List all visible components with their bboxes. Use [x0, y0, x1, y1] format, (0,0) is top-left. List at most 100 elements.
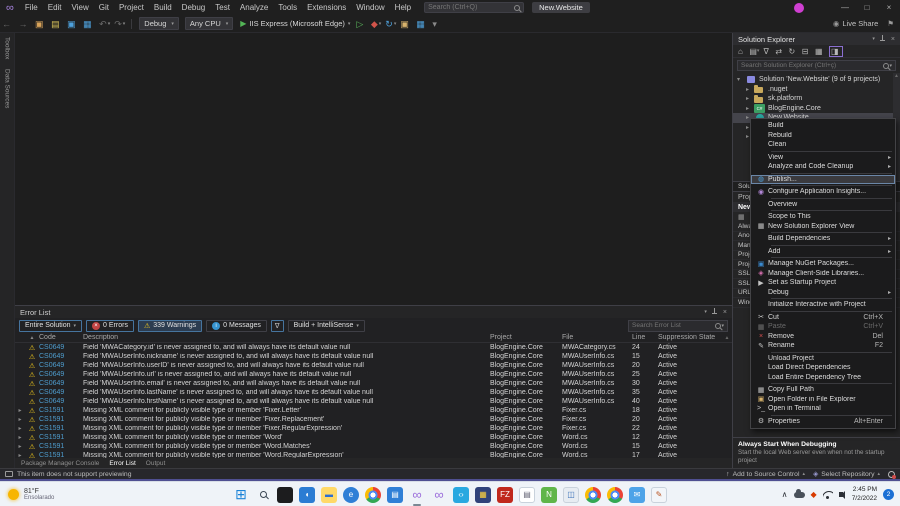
switch-views-icon[interactable]: ▤ ▾: [749, 47, 759, 56]
solution-explorer-search-box[interactable]: ▾: [737, 60, 896, 71]
menu-item[interactable]: Extensions: [302, 3, 351, 12]
errors-filter-button[interactable]: × 0 Errors: [86, 320, 134, 332]
winscp-app-icon[interactable]: ◫: [563, 487, 579, 503]
code-column-header[interactable]: Code: [39, 334, 83, 341]
vs-installer-tray-icon[interactable]: ◆: [811, 490, 817, 499]
add-item-folder-icon[interactable]: ▣ ▾: [400, 19, 412, 29]
edge-icon[interactable]: e: [343, 487, 359, 503]
context-menu-item[interactable]: ◈ Manage Client-Side Libraries... ▸: [751, 269, 895, 279]
collapse-all-icon[interactable]: ⊟ ▾: [802, 47, 811, 56]
minimize-button[interactable]: —: [834, 3, 856, 12]
refresh-icon[interactable]: ↻ ▾: [789, 47, 798, 56]
store-icon[interactable]: ▤: [387, 487, 403, 503]
menu-item[interactable]: Edit: [43, 3, 67, 12]
project-column-header[interactable]: Project: [490, 334, 562, 341]
error-code-link[interactable]: CS1591: [39, 425, 83, 432]
context-menu-item[interactable]: Load Direct Dependencies ▸: [751, 363, 895, 373]
pending-changes-filter-icon[interactable]: ∇ ▾: [763, 47, 771, 56]
context-menu-item[interactable]: Clean ▸: [751, 140, 895, 150]
notification-count-badge[interactable]: 2: [883, 489, 894, 500]
scope-dropdown[interactable]: Entire Solution▾: [19, 320, 82, 332]
tree-item[interactable]: ▸ BlogEngine.Core: [733, 104, 900, 114]
context-menu-item[interactable]: × Remove Del ▸: [751, 332, 895, 342]
error-list-row[interactable]: ⚠ CS1591 Missing XML comment for publicl…: [15, 433, 732, 442]
notepadpp-icon[interactable]: N: [541, 487, 557, 503]
error-list-row[interactable]: ⚠ CS0649 Field 'MWAUserInfo.url' is neve…: [15, 370, 732, 379]
menu-item[interactable]: File: [20, 3, 43, 12]
navigate-back-icon[interactable]: ← ▾: [2, 19, 15, 29]
browser-link-icon[interactable]: ▦ ▾: [416, 19, 428, 29]
error-code-link[interactable]: CS1591: [39, 434, 83, 441]
context-menu-item[interactable]: ✂ Cut Ctrl+X ▸: [751, 313, 895, 323]
context-menu-item[interactable]: Overview ▸: [751, 200, 895, 210]
terminal-app-icon[interactable]: [277, 487, 293, 503]
error-code-link[interactable]: CS1591: [39, 416, 83, 423]
context-menu-item[interactable]: View ▸: [751, 153, 895, 163]
context-menu-item[interactable]: ▶ Set as Startup Project ▸: [751, 278, 895, 288]
tree-chevron-icon[interactable]: ▾: [737, 76, 745, 83]
feedback-icon[interactable]: ⚑: [887, 19, 894, 28]
context-menu-item[interactable]: ▦ Paste Ctrl+V ▸: [751, 322, 895, 332]
tree-item[interactable]: ▸ .nuget: [733, 85, 900, 95]
state-column-header[interactable]: Suppression State: [658, 334, 722, 341]
context-menu-item[interactable]: >_ Open in Terminal ▸: [751, 404, 895, 414]
chrome-icon[interactable]: [365, 487, 381, 503]
menu-item[interactable]: View: [67, 3, 94, 12]
bottom-panel-tab[interactable]: Package Manager Console: [21, 460, 99, 467]
left-vertical-tab[interactable]: Toolbox: [4, 37, 11, 59]
chrome-profile-3-icon[interactable]: [607, 487, 623, 503]
sync-with-active-document-icon[interactable]: ⇄ ▾: [775, 47, 784, 56]
save-icon[interactable]: ▣ ▾: [67, 19, 79, 29]
error-list-row[interactable]: ⚠ CS0649 Field 'MWAUserInfo.nickname' is…: [15, 352, 732, 361]
maximize-button[interactable]: □: [856, 3, 878, 12]
close-button[interactable]: ×: [878, 3, 900, 12]
close-icon[interactable]: ×: [891, 36, 895, 43]
error-list-search-input[interactable]: [632, 322, 715, 329]
volume-icon[interactable]: [839, 492, 843, 497]
bottom-panel-tab[interactable]: Error List: [109, 460, 135, 467]
error-list-row[interactable]: ⚠ CS0649 Field 'MWAUserInfo.email' is ne…: [15, 379, 732, 388]
hidden-icons-chevron-icon[interactable]: ∧: [782, 490, 788, 499]
error-code-link[interactable]: CS1591: [39, 407, 83, 414]
context-menu-item[interactable]: ▦ New Solution Explorer View ▸: [751, 222, 895, 232]
chrome-profile-2-icon[interactable]: [585, 487, 601, 503]
error-list-row[interactable]: ⚠ CS0649 Field 'MWACategory.id' is never…: [15, 343, 732, 352]
editor-app-icon[interactable]: ✎: [651, 487, 667, 503]
menu-item[interactable]: Build: [149, 3, 177, 12]
error-code-link[interactable]: CS0649: [39, 371, 83, 378]
context-menu-item[interactable]: ▦ Copy Full Path ▸: [751, 385, 895, 395]
redo-icon[interactable]: ↷ ▾: [114, 19, 125, 29]
context-menu-item[interactable]: Load Entire Dependency Tree ▸: [751, 373, 895, 383]
error-code-link[interactable]: CS1591: [39, 443, 83, 450]
context-menu-item[interactable]: ✎ Rename F2 ▸: [751, 341, 895, 351]
expand-arrow-icon[interactable]: [15, 425, 25, 432]
messages-filter-button[interactable]: i 0 Messages: [206, 320, 267, 332]
error-list-row[interactable]: ⚠ CS0649 Field 'MWAUserInfo.firstName' i…: [15, 397, 732, 406]
menu-item[interactable]: Analyze: [235, 3, 273, 12]
solution-explorer-search-input[interactable]: [741, 62, 883, 69]
context-menu-item[interactable]: ▣ Manage NuGet Packages... ▸: [751, 259, 895, 269]
restart-icon[interactable]: ↻ ▾: [385, 19, 396, 29]
navigate-forward-icon[interactable]: → ▾: [19, 19, 32, 29]
menu-item[interactable]: Help: [390, 3, 416, 12]
user-avatar[interactable]: [794, 3, 804, 13]
notifications-bell-icon[interactable]: [888, 471, 895, 478]
onedrive-icon[interactable]: [794, 492, 805, 498]
global-search-input[interactable]: [428, 4, 514, 11]
context-menu-item[interactable]: ⚙ Properties Alt+Enter ▸: [751, 417, 895, 427]
tree-chevron-icon[interactable]: ▸: [746, 105, 754, 112]
wifi-icon[interactable]: [823, 491, 833, 499]
error-code-link[interactable]: CS0649: [39, 362, 83, 369]
toolbar-overflow-icon[interactable]: ▾ ▾: [432, 19, 440, 29]
start-debugging-button[interactable]: ▶ IIS Express (Microsoft Edge) ▾: [240, 19, 350, 28]
context-menu-item[interactable]: Scope to This ▸: [751, 212, 895, 222]
start-icon[interactable]: ⊞: [233, 487, 249, 503]
context-menu-item[interactable]: Rebuild ▸: [751, 131, 895, 141]
filter-button[interactable]: ∇: [271, 320, 284, 332]
expand-arrow-icon[interactable]: [15, 434, 25, 441]
error-code-link[interactable]: CS0649: [39, 380, 83, 387]
start-without-debugging-icon[interactable]: ▷ ▾: [356, 19, 366, 29]
hot-reload-icon[interactable]: ◆ ▾: [371, 19, 381, 29]
clock[interactable]: 2:45 PM 7/2/2022: [852, 486, 877, 503]
menu-item[interactable]: Project: [114, 3, 149, 12]
